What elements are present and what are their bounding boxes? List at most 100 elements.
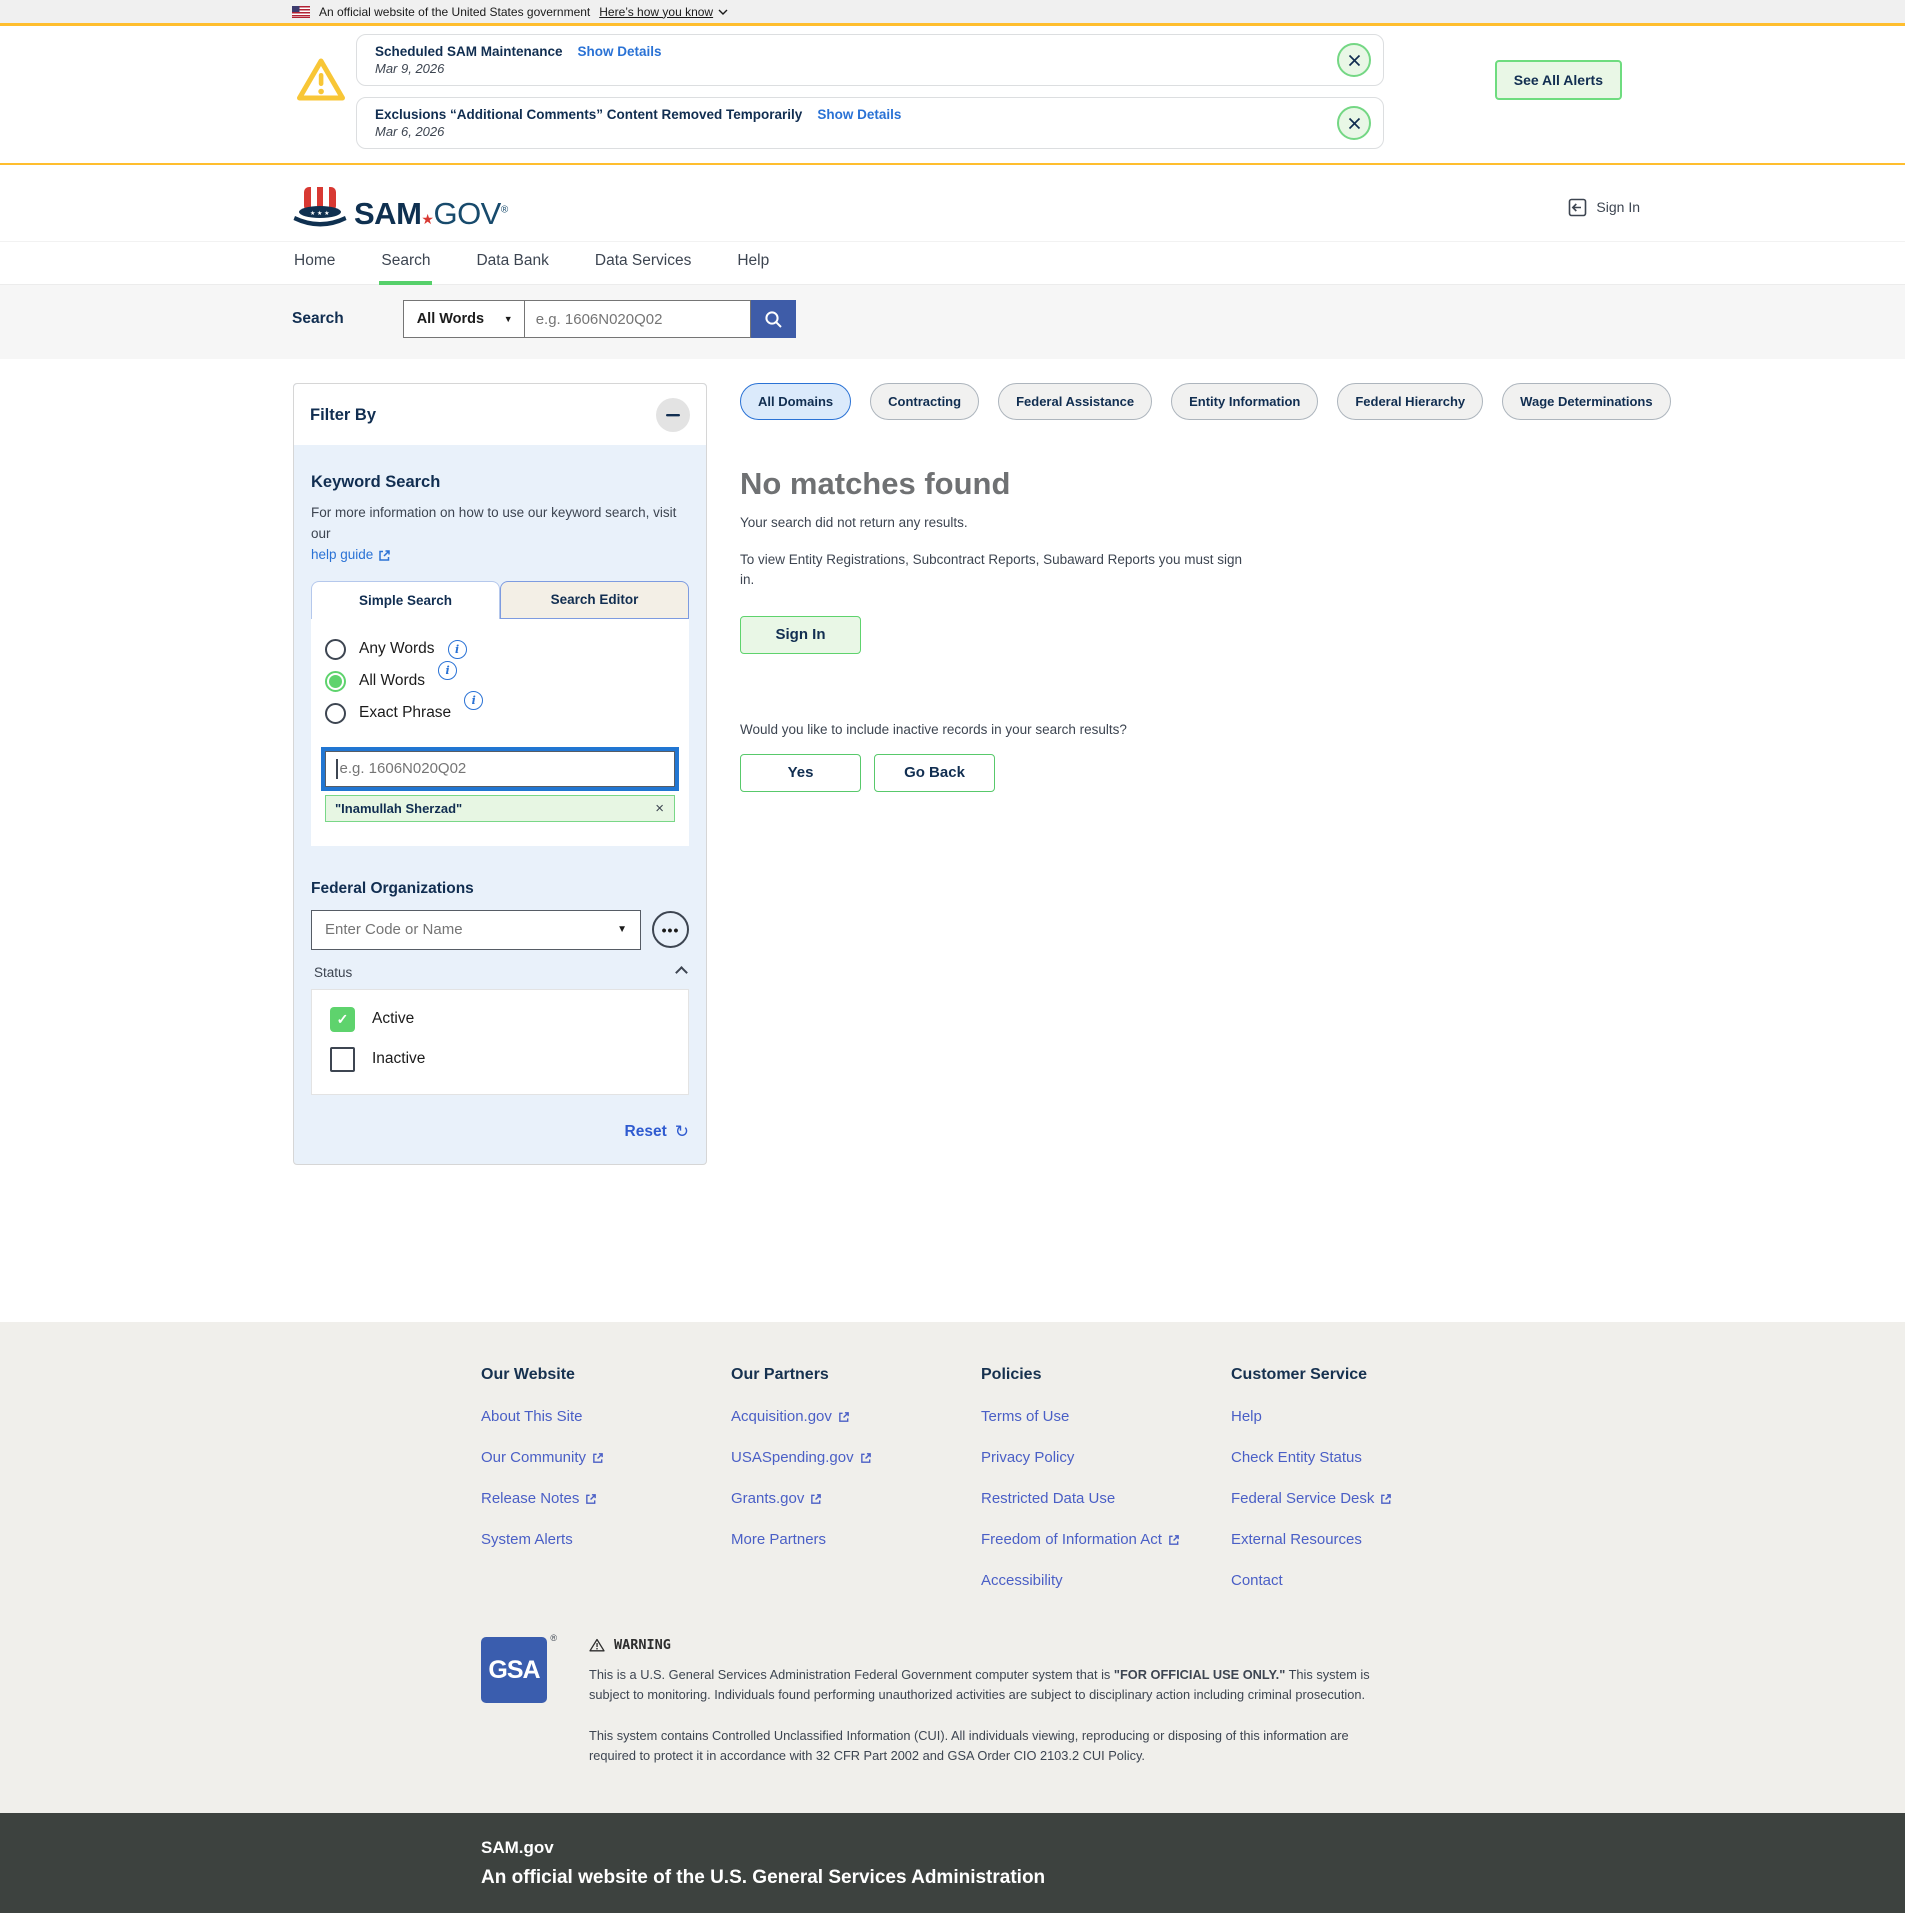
nav-item-data-bank[interactable]: Data Bank: [474, 242, 550, 285]
yes-button[interactable]: Yes: [740, 754, 861, 792]
close-icon: [1348, 54, 1361, 67]
uncle-sam-hat-icon: ★ ★ ★: [292, 185, 348, 229]
help-guide-link[interactable]: help guide: [311, 545, 391, 566]
results-area: All Domains Contracting Federal Assistan…: [740, 383, 1865, 1322]
footer-link-federal-service-desk[interactable]: Federal Service Desk: [1231, 1490, 1481, 1507]
nav-item-help[interactable]: Help: [735, 242, 771, 285]
pill-federal-hierarchy[interactable]: Federal Hierarchy: [1337, 383, 1483, 420]
sign-in-link[interactable]: Sign In: [1568, 198, 1640, 217]
nav-item-home[interactable]: Home: [292, 242, 337, 285]
footer-official-text: An official website of the U.S. General …: [481, 1867, 1905, 1889]
warning-paragraph-1: This is a U.S. General Services Administ…: [589, 1665, 1387, 1706]
alert-date: Mar 9, 2026: [375, 61, 1321, 76]
alert-date: Mar 6, 2026: [375, 124, 1321, 139]
footer-link-usaspending-gov[interactable]: USASpending.gov: [731, 1449, 981, 1466]
gsa-warning-row: GSA ® WARNING This is a U.S. General Ser…: [481, 1637, 1905, 1767]
footer-link-check-entity-status[interactable]: Check Entity Status: [1231, 1449, 1481, 1466]
tab-search-editor[interactable]: Search Editor: [500, 581, 689, 619]
pill-wage-determinations[interactable]: Wage Determinations: [1502, 383, 1670, 420]
footer-link-external-resources[interactable]: External Resources: [1231, 1531, 1481, 1548]
exact-phrase-radio[interactable]: [325, 703, 346, 724]
federal-organizations-heading: Federal Organizations: [311, 880, 689, 898]
alerts-section: Scheduled SAM Maintenance Show Details M…: [0, 23, 1905, 165]
search-button[interactable]: [751, 300, 796, 338]
nav-item-data-services[interactable]: Data Services: [593, 242, 693, 285]
warning-block: WARNING This is a U.S. General Services …: [589, 1637, 1387, 1767]
pill-contracting[interactable]: Contracting: [870, 383, 979, 420]
status-option-active[interactable]: ✓ Active: [330, 1007, 670, 1032]
search-input[interactable]: [525, 300, 751, 338]
footer-link-release-notes[interactable]: Release Notes: [481, 1490, 731, 1507]
external-link-icon: [810, 1493, 822, 1505]
footer-link-contact[interactable]: Contact: [1231, 1572, 1481, 1589]
pill-all-domains[interactable]: All Domains: [740, 383, 851, 420]
federal-organizations-row: Enter Code or Name ▼ •••: [311, 910, 689, 950]
footer-link-restricted-data-use[interactable]: Restricted Data Use: [981, 1490, 1231, 1507]
keyword-search-input[interactable]: e.g. 1606N020Q02: [325, 751, 675, 787]
close-alert-button[interactable]: [1337, 43, 1371, 77]
logo-text: SAM★GOV®: [354, 198, 508, 229]
radio-row-all-words: All Words i: [325, 671, 675, 692]
go-back-button[interactable]: Go Back: [874, 754, 995, 792]
show-details-link[interactable]: Show Details: [817, 107, 901, 122]
reset-filters[interactable]: Reset ↻: [311, 1122, 689, 1142]
footer-link-about-this-site[interactable]: About This Site: [481, 1408, 731, 1425]
footer-link-help[interactable]: Help: [1231, 1408, 1481, 1425]
footer-link-more-partners[interactable]: More Partners: [731, 1531, 981, 1548]
all-words-radio-selected[interactable]: [325, 671, 346, 692]
footer-link-acquisition-gov[interactable]: Acquisition.gov: [731, 1408, 981, 1425]
footer-link-system-alerts[interactable]: System Alerts: [481, 1531, 731, 1548]
keyword-input-placeholder: e.g. 1606N020Q02: [340, 760, 467, 777]
more-options-button[interactable]: •••: [652, 911, 689, 948]
search-mode-select[interactable]: All Words ▼: [403, 300, 525, 338]
pill-entity-information[interactable]: Entity Information: [1171, 383, 1318, 420]
us-flag-icon: [292, 6, 310, 18]
footer: Our Website About This Site Our Communit…: [0, 1322, 1905, 1813]
alert-cards: Scheduled SAM Maintenance Show Details M…: [356, 34, 1384, 149]
inactive-checkbox-unchecked[interactable]: [330, 1047, 355, 1072]
external-link-icon: [838, 1411, 850, 1423]
info-icon[interactable]: i: [464, 691, 483, 710]
status-label: Status: [314, 965, 352, 980]
any-words-radio[interactable]: [325, 639, 346, 660]
pill-federal-assistance[interactable]: Federal Assistance: [998, 383, 1152, 420]
collapse-filter-button[interactable]: [656, 398, 690, 432]
inactive-records-question: Would you like to include inactive recor…: [740, 722, 1865, 737]
warning-outline-icon: [589, 1638, 605, 1652]
chevron-up-icon[interactable]: [675, 966, 688, 979]
gsa-logo: GSA ®: [481, 1637, 547, 1703]
footer-link-grants-gov[interactable]: Grants.gov: [731, 1490, 981, 1507]
info-icon[interactable]: i: [448, 640, 467, 659]
filter-by-title: Filter By: [310, 406, 376, 425]
footer-link-foia[interactable]: Freedom of Information Act: [981, 1531, 1231, 1548]
main-nav: Home Search Data Bank Data Services Help: [0, 241, 1905, 285]
content: Filter By Keyword Search For more inform…: [0, 359, 1905, 1322]
nav-item-search[interactable]: Search: [379, 242, 432, 285]
remove-chip-icon[interactable]: ×: [655, 800, 664, 817]
federal-organizations-select[interactable]: Enter Code or Name ▼: [311, 910, 641, 950]
show-details-link[interactable]: Show Details: [578, 44, 662, 59]
info-icon[interactable]: i: [438, 661, 457, 680]
footer-link-privacy-policy[interactable]: Privacy Policy: [981, 1449, 1231, 1466]
sign-in-icon: [1568, 198, 1587, 217]
heres-how-you-know-link[interactable]: Here’s how you know: [599, 5, 728, 19]
filter-panel-header: Filter By: [294, 384, 706, 445]
close-alert-button[interactable]: [1337, 106, 1371, 140]
no-results-message: Your search did not return any results.: [740, 515, 1865, 530]
sign-in-button[interactable]: Sign In: [740, 616, 861, 654]
warning-paragraph-2: This system contains Controlled Unclassi…: [589, 1726, 1387, 1767]
status-option-inactive[interactable]: Inactive: [330, 1047, 670, 1072]
alert-card: Scheduled SAM Maintenance Show Details M…: [356, 34, 1384, 86]
sam-gov-logo[interactable]: ★ ★ ★ SAM★GOV®: [292, 185, 508, 229]
yes-goback-row: Yes Go Back: [740, 754, 1865, 792]
footer-link-our-community[interactable]: Our Community: [481, 1449, 731, 1466]
tab-simple-search[interactable]: Simple Search: [311, 581, 500, 619]
external-link-icon: [1168, 1534, 1180, 1546]
see-all-alerts-button[interactable]: See All Alerts: [1495, 60, 1622, 100]
keyword-chip: "Inamullah Sherzad" ×: [325, 795, 675, 822]
footer-link-terms-of-use[interactable]: Terms of Use: [981, 1408, 1231, 1425]
footer-link-accessibility[interactable]: Accessibility: [981, 1572, 1231, 1589]
footer-columns: Our Website About This Site Our Communit…: [481, 1366, 1905, 1589]
active-checkbox-checked[interactable]: ✓: [330, 1007, 355, 1032]
footer-column-our-partners: Our Partners Acquisition.gov USASpending…: [731, 1366, 981, 1589]
